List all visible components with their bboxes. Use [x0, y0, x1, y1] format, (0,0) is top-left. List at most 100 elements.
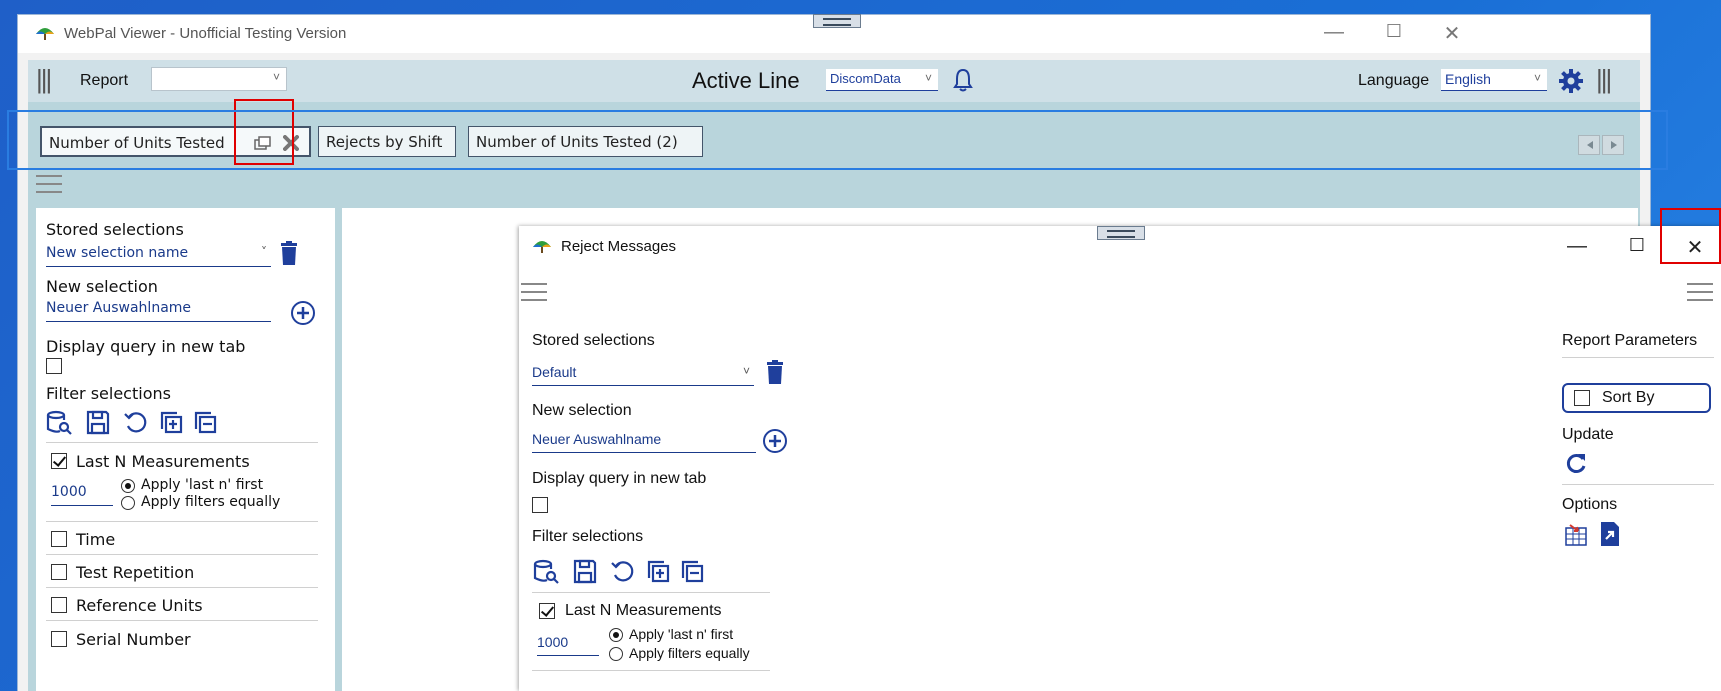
- divider: [1562, 357, 1714, 358]
- right-sidebar-toggle-icon[interactable]: |||: [1596, 64, 1612, 95]
- active-line-select[interactable]: DiscomData ˅: [826, 69, 938, 91]
- report-parameters-label: Report Parameters: [1562, 332, 1698, 349]
- save-icon: [86, 410, 110, 435]
- chevron-down-icon: ˅: [924, 71, 932, 85]
- popup-close-highlight-box: [1660, 208, 1721, 264]
- time-filter-label: Time: [76, 530, 116, 549]
- main-toolbar: ||| Report ˅ Active Line DiscomData ˅ Lan…: [28, 60, 1640, 102]
- chevron-down-icon: ˅: [1533, 71, 1541, 85]
- left-sidebar-toggle-icon[interactable]: |||: [36, 64, 52, 95]
- chevron-down-icon: ˅: [742, 364, 750, 378]
- search-database-icon: [46, 410, 72, 435]
- window-title: WebPal Viewer - Unofficial Testing Versi…: [64, 25, 347, 42]
- divider: [46, 521, 318, 522]
- popup-apply-last-n-radio[interactable]: [609, 628, 623, 642]
- last-n-label: Last N Measurements: [76, 452, 250, 471]
- popup-right-menu-icon[interactable]: [1687, 281, 1713, 303]
- panel-menu-icon[interactable]: [36, 173, 62, 195]
- filter-selections-label: Filter selections: [46, 384, 171, 403]
- divider: [46, 554, 318, 555]
- report-label: Report: [80, 72, 129, 89]
- divider: [1562, 484, 1714, 485]
- popup-display-query-label: Display query in new tab: [532, 470, 707, 487]
- delete-trash-icon[interactable]: [280, 241, 298, 265]
- display-query-label: Display query in new tab: [46, 337, 246, 356]
- tab-bar-highlight-box: [7, 110, 1668, 170]
- language-select[interactable]: English ˅: [1441, 69, 1547, 91]
- close-button[interactable]: ✕: [1432, 21, 1472, 46]
- last-n-checkbox[interactable]: [51, 453, 67, 469]
- apply-equally-radio[interactable]: [121, 496, 135, 510]
- popup-new-selection-input[interactable]: Neuer Auswahlname: [532, 431, 756, 453]
- copy-add-icon: [647, 560, 670, 583]
- language-label: Language: [1358, 72, 1430, 89]
- settings-gear-icon[interactable]: [1558, 68, 1584, 94]
- reset-icon: [124, 412, 147, 433]
- chevron-down-icon: ˅: [261, 245, 267, 259]
- apply-equally-label: Apply filters equally: [141, 494, 281, 510]
- popup-apply-equally-radio[interactable]: [609, 647, 623, 661]
- stored-selections-label: Stored selections: [46, 220, 184, 239]
- reference-units-checkbox[interactable]: [51, 597, 67, 613]
- popup-apply-last-n-label: Apply 'last n' first: [629, 626, 734, 642]
- add-selection-icon[interactable]: [290, 300, 316, 326]
- divider: [532, 592, 770, 593]
- popup-last-n-input[interactable]: 1000: [537, 634, 599, 656]
- divider: [532, 670, 770, 671]
- active-line-label: Active Line: [692, 68, 800, 93]
- display-query-checkbox[interactable]: [46, 358, 62, 374]
- export-table-icon[interactable]: [1564, 523, 1588, 547]
- serial-number-checkbox[interactable]: [51, 631, 67, 647]
- reset-icon: [611, 561, 634, 582]
- new-selection-label: New selection: [46, 277, 158, 296]
- options-label: Options: [1562, 496, 1618, 513]
- sort-by-checkbox[interactable]: [1574, 390, 1590, 406]
- popup-last-n-checkbox[interactable]: [539, 603, 555, 619]
- popup-add-selection-icon[interactable]: [762, 428, 788, 454]
- popup-maximize-button[interactable]: ☐: [1617, 235, 1657, 256]
- copy-remove-icon: [194, 411, 217, 434]
- maximize-button[interactable]: ☐: [1374, 21, 1414, 42]
- filter-actions-toolbar: [46, 410, 217, 435]
- reject-messages-window: Reject Messages — ☐ ✕ Stored selections …: [519, 226, 1721, 691]
- divider: [46, 442, 318, 443]
- filter-panel: Stored selections New selection name ˅ N…: [36, 208, 335, 691]
- report-select[interactable]: ˅: [151, 67, 287, 91]
- serial-number-label: Serial Number: [76, 630, 191, 649]
- popup-stored-selections-label: Stored selections: [532, 332, 655, 349]
- time-filter-checkbox[interactable]: [51, 531, 67, 547]
- popup-stored-selection-select[interactable]: Default ˅: [532, 364, 754, 386]
- sort-by-toggle[interactable]: Sort By: [1562, 383, 1711, 413]
- copy-remove-icon: [681, 560, 704, 583]
- popup-display-query-checkbox[interactable]: [532, 497, 548, 513]
- update-label: Update: [1562, 426, 1614, 443]
- popup-filter-selections-label: Filter selections: [532, 528, 644, 545]
- export-document-icon[interactable]: [1598, 521, 1622, 547]
- apply-last-n-radio[interactable]: [121, 479, 135, 493]
- test-repetition-checkbox[interactable]: [51, 564, 67, 580]
- search-database-icon: [533, 559, 559, 584]
- popup-filter-actions-toolbar: [533, 559, 704, 584]
- divider: [46, 587, 318, 588]
- stored-selection-select[interactable]: New selection name ˅: [46, 245, 271, 267]
- minimize-button[interactable]: —: [1314, 21, 1354, 44]
- new-selection-input[interactable]: Neuer Auswahlname: [46, 300, 271, 322]
- app-logo-icon: [533, 241, 551, 253]
- popup-left-menu-icon[interactable]: [521, 281, 547, 303]
- popup-apply-equally-label: Apply filters equally: [629, 645, 750, 661]
- reference-units-label: Reference Units: [76, 596, 203, 615]
- popup-delete-trash-icon[interactable]: [766, 360, 784, 384]
- sort-by-label: Sort By: [1602, 389, 1655, 406]
- popup-title: Reject Messages: [561, 238, 677, 255]
- save-icon: [573, 559, 597, 584]
- last-n-input[interactable]: 1000: [51, 484, 113, 506]
- app-logo-icon: [36, 28, 54, 40]
- popup-minimize-button[interactable]: —: [1557, 235, 1597, 258]
- popup-new-selection-label: New selection: [532, 402, 632, 419]
- notification-bell-icon[interactable]: [952, 67, 974, 93]
- popup-last-n-label: Last N Measurements: [565, 602, 722, 619]
- refresh-icon[interactable]: [1564, 451, 1588, 475]
- test-repetition-label: Test Repetition: [76, 563, 195, 582]
- window-drag-handle[interactable]: [813, 14, 861, 28]
- popup-drag-handle[interactable]: [1097, 226, 1145, 240]
